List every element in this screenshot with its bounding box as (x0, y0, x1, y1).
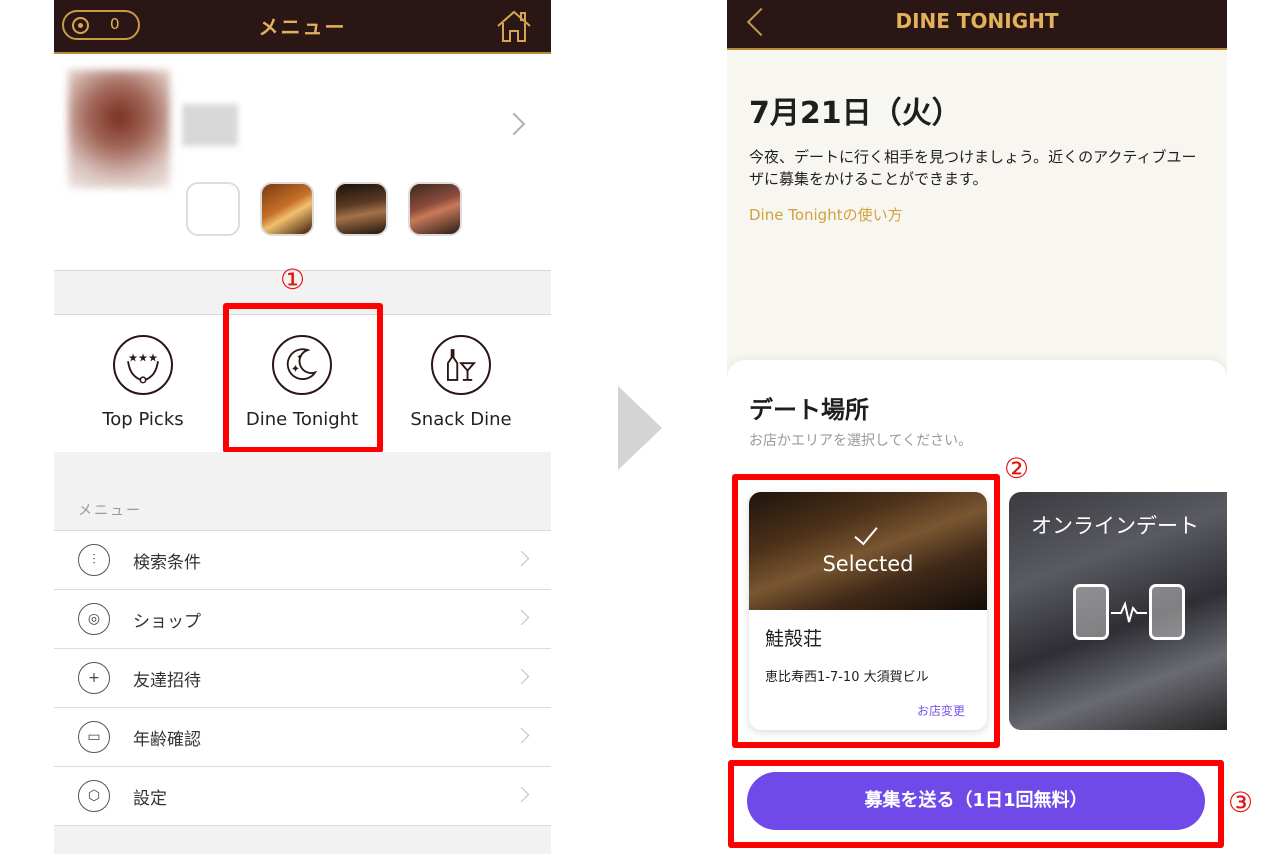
selected-status: Selected (822, 552, 914, 576)
home-icon[interactable] (494, 8, 534, 44)
phone-icon (1149, 584, 1185, 640)
sheet-subtitle: お店かエリアを選択してください。 (749, 433, 973, 449)
profile-photo-thumb[interactable] (334, 182, 388, 236)
menu-item-label: 友達招待 (133, 671, 201, 691)
menu-item-search-filters[interactable]: ⫶ 検索条件 (54, 531, 551, 590)
callout-1: ① (280, 263, 306, 296)
profile-photo-thumb[interactable] (260, 182, 314, 236)
menu-item-label: 検索条件 (133, 553, 201, 573)
chevron-right-icon (513, 550, 530, 567)
menu-item-label: 設定 (133, 789, 167, 809)
menu-item-shop[interactable]: ◎ ショップ (54, 590, 551, 649)
date-heading: 7月21日（火） (749, 96, 962, 131)
profile-section[interactable] (54, 54, 551, 271)
feature-snack-dine[interactable]: Snack Dine (386, 315, 536, 453)
menu-section-header: メニュー (78, 503, 142, 519)
sliders-icon: ⫶ (78, 544, 110, 576)
feature-label: Top Picks (102, 409, 184, 430)
howto-link[interactable]: Dine Tonightの使い方 (749, 204, 903, 225)
shop-icon: ◎ (78, 603, 110, 635)
chevron-right-icon (513, 609, 530, 626)
dine-top-bar: DINE TONIGHT (727, 0, 1227, 50)
connection-wave-icon (1111, 600, 1147, 623)
menu-item-label: 年齢確認 (133, 730, 201, 750)
highlight-box-1 (223, 303, 383, 453)
chevron-right-icon (513, 786, 530, 803)
profile-photo-thumb[interactable] (408, 182, 462, 236)
settings-icon: ⬡ (78, 780, 110, 812)
description-text: 今夜、デートに行く相手を見つけましょう。近くのアクティブユーザに募集をかけること… (749, 148, 1197, 188)
profile-name-blurred (182, 104, 238, 146)
avatar[interactable] (68, 70, 170, 188)
chevron-right-icon[interactable] (502, 112, 526, 136)
chevron-right-icon (513, 727, 530, 744)
id-card-icon: ▭ (78, 721, 110, 753)
feature-label: Snack Dine (410, 409, 512, 430)
menu-section: メニュー ⫶ 検索条件 ◎ ショップ + 友達招待 ▭ 年齢確認 ⬡ 設定 (54, 452, 551, 854)
phone-icon (1073, 584, 1109, 640)
menu-item-invite-friends[interactable]: + 友達招待 (54, 649, 551, 708)
menu-item-settings[interactable]: ⬡ 設定 (54, 767, 551, 826)
profile-photo-thumb[interactable] (186, 182, 240, 236)
callout-2: ② (1004, 452, 1030, 485)
next-step-arrow (618, 386, 662, 470)
menu-item-age-verification[interactable]: ▭ 年齢確認 (54, 708, 551, 767)
menu-item-label: ショップ (133, 612, 201, 632)
bottle-cocktail-icon (431, 335, 491, 395)
add-friend-icon: + (78, 662, 110, 694)
page-title: メニュー (258, 15, 347, 39)
svg-text:★★★: ★★★ (128, 351, 158, 364)
sheet-title: デート場所 (749, 396, 869, 424)
page-title: DINE TONIGHT (895, 9, 1059, 33)
menu-list: ⫶ 検索条件 ◎ ショップ + 友達招待 ▭ 年齢確認 ⬡ 設定 (54, 530, 551, 826)
online-date-label: オンラインデート (1031, 514, 1199, 538)
laurel-stars-icon: ★★★ (113, 335, 173, 395)
menu-top-bar: 0 メニュー (54, 0, 551, 54)
chevron-right-icon (513, 668, 530, 685)
highlight-box-3 (728, 760, 1224, 848)
feature-top-picks[interactable]: ★★★ Top Picks (68, 315, 218, 453)
callout-3: ③ (1228, 786, 1254, 819)
highlight-box-2 (732, 474, 1000, 748)
menu-screen: 0 メニュー ① ★★★ Top Picks ✦ ✦ Dine Tonight … (54, 0, 551, 854)
online-date-card[interactable]: オンラインデート (1009, 492, 1227, 730)
